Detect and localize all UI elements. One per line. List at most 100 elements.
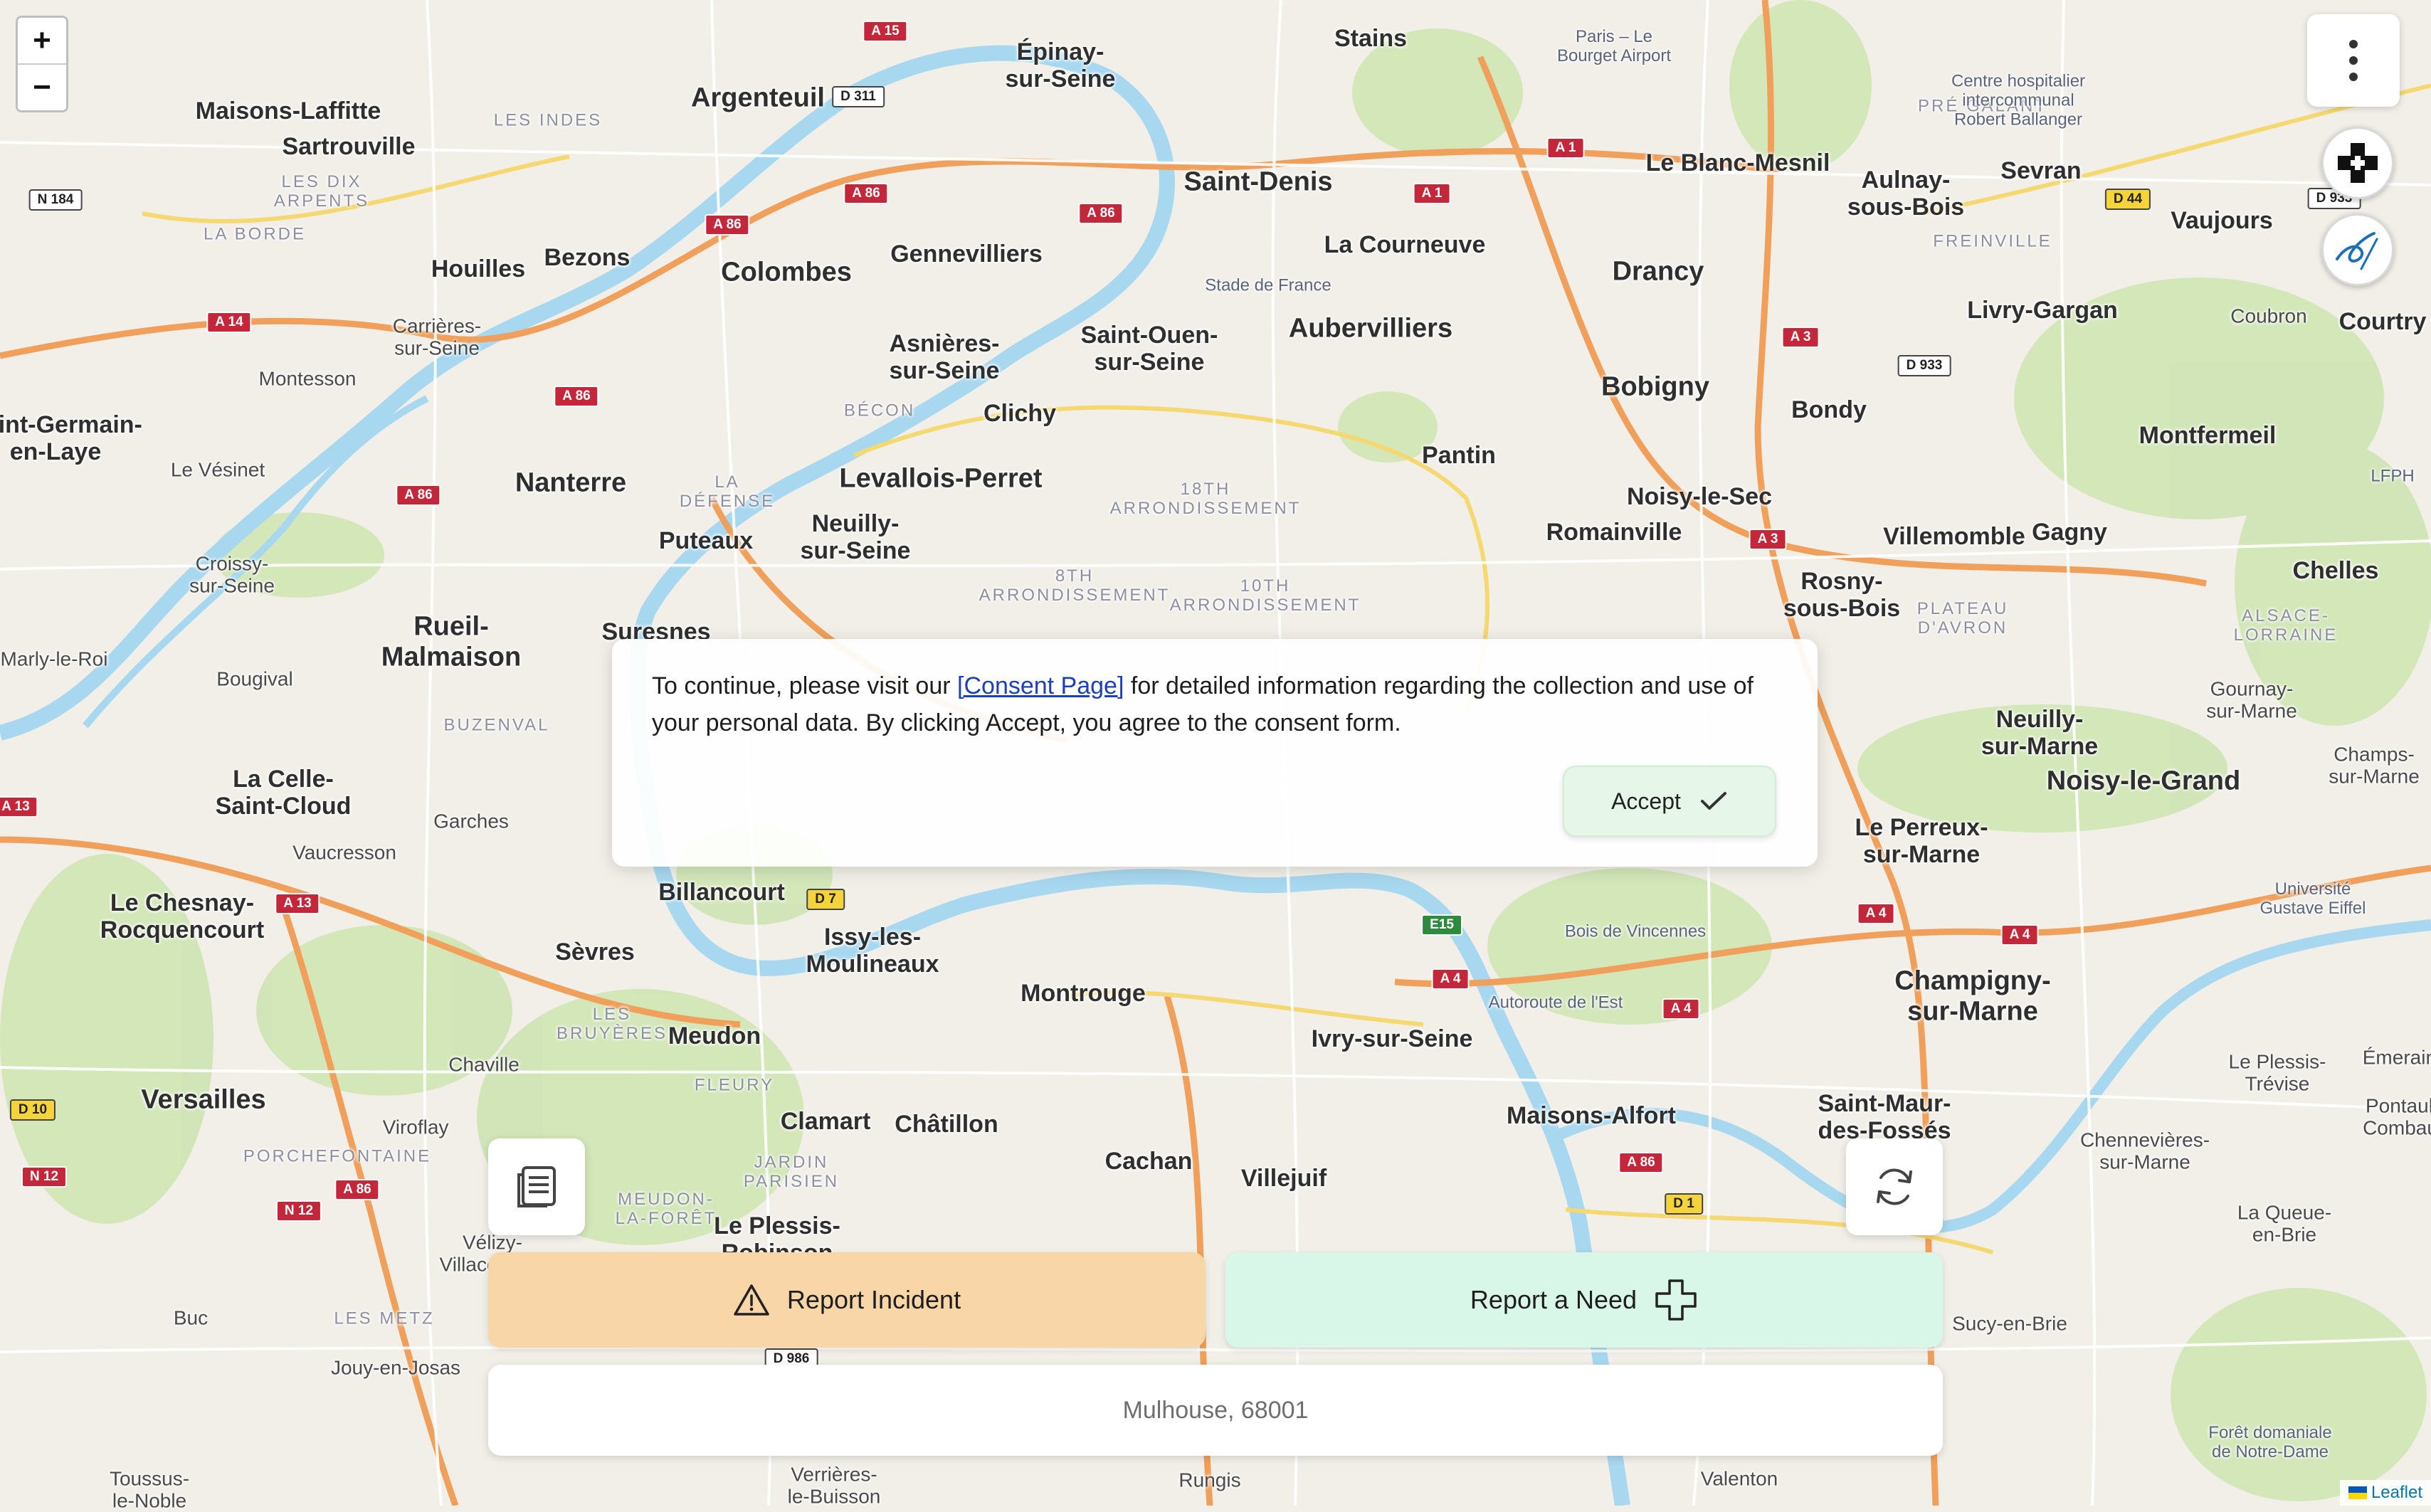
map-place-label: Maisons-Laffitte — [195, 97, 381, 125]
map-place-label: La Celle- Saint-Cloud — [215, 765, 352, 820]
flag-icon — [2348, 1486, 2367, 1499]
map-district-label: BUZENVAL — [443, 715, 550, 735]
consent-text-before: To continue, please visit our — [652, 672, 958, 699]
map-place-label: Le Chesnay- Rocquencourt — [100, 889, 265, 943]
road-shield: A 1 — [1413, 183, 1451, 204]
road-shield: N 12 — [275, 1200, 322, 1222]
road-shield: A 86 — [843, 183, 889, 204]
map-place-label: Levallois-Perret — [839, 463, 1043, 494]
road-shield: A 86 — [1618, 1152, 1664, 1173]
road-shield: A 1 — [1546, 137, 1585, 159]
map-place-label: Chelles — [2292, 556, 2379, 584]
map-place-label: Villemomble — [1883, 522, 2025, 550]
address-display[interactable]: Mulhouse, 68001 — [488, 1365, 1943, 1456]
map-district-label: FREINVILLE — [1933, 231, 2052, 251]
zoom-out-button[interactable]: − — [18, 63, 66, 110]
road-shield: E15 — [1421, 914, 1462, 936]
map-place-label: Maisons-Alfort — [1507, 1101, 1676, 1129]
map-place-label: Sevran — [2000, 157, 2082, 184]
report-incident-label: Report Incident — [786, 1285, 961, 1314]
map-place-label: Buc — [173, 1306, 209, 1329]
map-place-label: Sèvres — [555, 938, 635, 966]
map-place-label: Saint-Germain- en-Laye — [0, 411, 142, 465]
accept-button[interactable]: Accept — [1563, 766, 1776, 837]
map-place-label: Chaville — [448, 1053, 520, 1076]
road-shield: D 311 — [832, 86, 885, 107]
map-place-label: Vaucresson — [292, 841, 396, 864]
map-poi-label: Centre hospitalier intercommunal Robert … — [1951, 71, 2086, 129]
map-place-label: Issy-les- Moulineaux — [806, 923, 939, 978]
map-place-label: La Queue- en-Brie — [2237, 1201, 2332, 1246]
map-place-label: Romainville — [1546, 518, 1682, 546]
road-shield: A 4 — [1857, 903, 1895, 924]
map-place-label: Ivry-sur-Seine — [1311, 1025, 1473, 1052]
zoom-in-button[interactable]: + — [18, 18, 66, 63]
map-place-label: Viroflay — [382, 1116, 449, 1138]
road-shield: A 86 — [334, 1179, 380, 1200]
map-place-label: Sucy-en-Brie — [1952, 1312, 2067, 1335]
map-attribution[interactable]: Leaflet — [2339, 1480, 2431, 1506]
road-shield: N 12 — [21, 1166, 68, 1188]
attribution-link[interactable]: Leaflet — [2371, 1483, 2422, 1503]
map-place-label: Noisy-le-Grand — [2046, 766, 2241, 796]
map-place-label: Pantin — [1422, 441, 1496, 469]
draw-tool-button[interactable] — [2321, 213, 2394, 286]
map-place-label: Colombes — [721, 257, 852, 287]
map-place-label: Le Perreux- sur-Marne — [1855, 813, 1988, 868]
map-place-label: Rungis — [1178, 1469, 1241, 1491]
map-place-label: Gagny — [2032, 518, 2107, 546]
document-list-icon — [517, 1166, 556, 1207]
map-place-label: Gennevilliers — [890, 240, 1043, 268]
map-place-label: Stains — [1334, 24, 1408, 52]
consent-page-link[interactable]: [Consent Page] — [957, 672, 1124, 699]
plus-outline-icon — [1655, 1279, 1697, 1321]
map-place-label: Puteaux — [658, 527, 754, 554]
road-shield: A 15 — [863, 21, 908, 42]
map-place-label: Montfermeil — [2139, 421, 2277, 449]
map-place-label: Le Blanc-Mesnil — [1645, 149, 1830, 176]
road-shield: D 7 — [806, 889, 845, 910]
medical-cross-icon — [2338, 143, 2378, 183]
refresh-button[interactable] — [1846, 1138, 1943, 1235]
report-need-button[interactable]: Report a Need — [1225, 1252, 1943, 1348]
map-place-label: Le Vésinet — [170, 458, 265, 481]
map-place-label: Châtillon — [895, 1110, 998, 1138]
map-place-label: Sartrouville — [282, 132, 416, 160]
map-district-label: LES INDES — [493, 110, 603, 130]
more-menu-button[interactable] — [2307, 14, 2400, 107]
map-district-label: JARDIN PARISIEN — [743, 1153, 840, 1191]
medical-cross-button[interactable] — [2321, 127, 2394, 199]
map-place-label: Villejuif — [1240, 1164, 1327, 1192]
map-place-label: Argenteuil — [691, 83, 825, 113]
map-district-label: LA BORDE — [203, 224, 307, 244]
signature-icon — [2336, 232, 2378, 270]
map-place-label: Saint-Maur- des-Fossés — [1818, 1089, 1951, 1144]
map-place-label: La Courneuve — [1324, 231, 1486, 258]
map-poi-label: LFPH — [2371, 466, 2415, 486]
map-poi-label: Université Gustave Eiffel — [2259, 879, 2366, 918]
map-poi-label: Autoroute de l'Est — [1488, 993, 1623, 1013]
map-place-label: Nanterre — [515, 467, 627, 498]
report-list-button[interactable] — [488, 1138, 585, 1235]
map-place-label: Bezons — [544, 243, 631, 271]
road-shield: A 4 — [2000, 924, 2039, 946]
map-place-label: Bougival — [216, 667, 293, 690]
zoom-control: + − — [16, 16, 68, 112]
map-place-label: Pontault- Combault — [2363, 1094, 2431, 1139]
report-incident-button[interactable]: Report Incident — [488, 1252, 1206, 1348]
map-place-label: Champigny- sur-Marne — [1894, 966, 2051, 1026]
checkmark-icon — [1700, 792, 1726, 810]
map-place-label: Drancy — [1612, 256, 1704, 287]
map-place-label: Rosny- sous-Bois — [1783, 567, 1901, 622]
map-district-label: 10TH ARRONDISSEMENT — [1169, 576, 1361, 615]
map-place-label: Aulnay- sous-Bois — [1847, 166, 1965, 221]
consent-message: To continue, please visit our [Consent P… — [652, 667, 1778, 741]
map-place-label: Coubron — [2230, 305, 2307, 327]
road-shield: D 1 — [1665, 1193, 1703, 1215]
map-place-label: Neuilly- sur-Seine — [800, 509, 911, 564]
map-place-label: Croissy- sur-Seine — [189, 552, 275, 597]
map-place-label: Meudon — [668, 1022, 761, 1050]
map-district-label: MEUDON- LA-FORÊT — [615, 1190, 717, 1228]
map-district-label: 18TH ARRONDISSEMENT — [1109, 480, 1302, 518]
map-place-label: Versailles — [141, 1084, 266, 1115]
